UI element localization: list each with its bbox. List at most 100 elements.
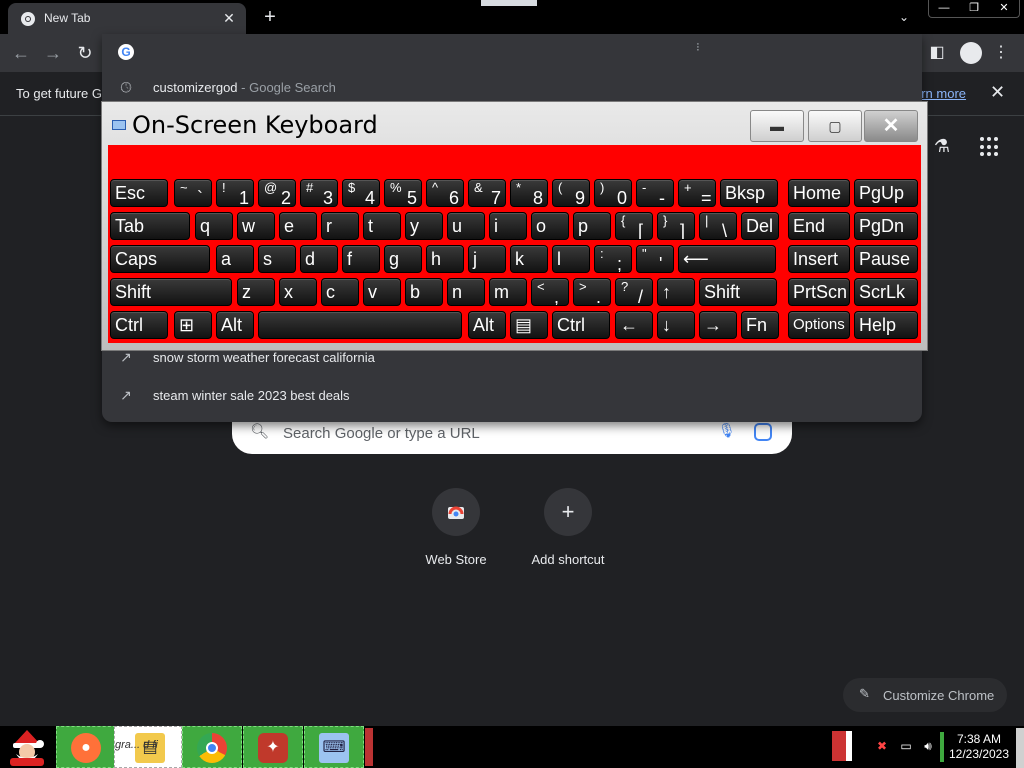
taskbar-firefox[interactable]: ● [56,726,116,768]
osk-key[interactable]: i [489,212,527,240]
osk-key[interactable]: $4 [342,179,380,207]
forward-icon[interactable]: → [42,42,64,64]
osk-key[interactable]: m [489,278,527,306]
minimize-icon[interactable]: — [929,0,959,17]
osk-key[interactable]: z [237,278,275,306]
osk-key[interactable]: Options [788,311,850,339]
osk-key[interactable]: Caps [110,245,210,273]
osk-key[interactable]: q [195,212,233,240]
osk-key[interactable]: -- [636,179,674,207]
osk-maximize-button[interactable]: ▢ [808,110,862,142]
tab-close-icon[interactable]: ✕ [220,9,238,27]
close-icon[interactable]: ✕ [989,0,1019,17]
osk-key[interactable]: r [321,212,359,240]
osk-key[interactable]: @2 [258,179,296,207]
osk-key[interactable]: % 5 [384,179,422,207]
osk-key[interactable]: o [531,212,569,240]
battery-icon[interactable]: ▭ [898,739,914,755]
osk-key[interactable]: ) 0 [594,179,632,207]
osk-key[interactable]: t [363,212,401,240]
osk-key[interactable]: x [279,278,317,306]
osk-key[interactable]: >. [573,278,611,306]
osk-key[interactable]: Ctrl [552,311,610,339]
osk-key[interactable]: Esc [110,179,168,207]
reload-icon[interactable]: ↻ [74,42,96,64]
osk-key[interactable]: ScrLk [854,278,918,306]
taskbar-osk[interactable]: ⌨ [304,726,364,768]
suggestion-item[interactable]: ↗ steam winter sale 2023 best deals [102,378,922,414]
tray-flag-icon[interactable] [832,731,852,761]
osk-key[interactable]: ⟵ [678,245,776,273]
osk-key[interactable]: ← [615,311,653,339]
osk-key[interactable]: ↑ [657,278,695,306]
tab-search-icon[interactable]: ⌄ [892,6,916,28]
osk-key[interactable]: k [510,245,548,273]
osk-key[interactable]: ▤ [510,311,548,339]
microphone-icon[interactable]: 🎙︎ [718,422,736,444]
osk-key[interactable]: a [216,245,254,273]
osk-key[interactable]: b [405,278,443,306]
lens-icon[interactable] [754,423,772,441]
osk-key[interactable]: l [552,245,590,273]
apps-icon[interactable] [980,137,1000,157]
osk-key[interactable]: ? / [615,278,653,306]
osk-key[interactable]: Shift [699,278,777,306]
osk-key[interactable]: {[ [615,212,653,240]
new-tab-button[interactable]: + [258,5,282,29]
customize-chrome-button[interactable]: ✎ Customize Chrome [843,678,1007,712]
osk-key[interactable]: Alt [468,311,506,339]
osk-key[interactable]: e [279,212,317,240]
osk-key[interactable]: & 7 [468,179,506,207]
osk-key[interactable]: Ctrl [110,311,168,339]
tab-new-tab[interactable]: New Tab ✕ [8,3,246,34]
start-button[interactable] [4,728,50,766]
labs-icon[interactable]: ⚗ [930,136,954,160]
profile-avatar-icon[interactable] [960,42,982,64]
osk-key[interactable]: " ' [636,245,674,273]
restore-icon[interactable]: ❐ [959,0,989,17]
taskbar-file-explorer[interactable]: ▤ gra... d fi [114,726,182,768]
osk-key[interactable]: d [300,245,338,273]
osk-key[interactable]: → [699,311,737,339]
osk-key[interactable]: Home [788,179,850,207]
osk-key[interactable]: y [405,212,443,240]
osk-key[interactable]: :; [594,245,632,273]
osk-key[interactable]: Shift [110,278,232,306]
osk-key[interactable]: n [447,278,485,306]
osk-key[interactable]: + = [678,179,716,207]
osk-key[interactable]: | \ [699,212,737,240]
osk-key[interactable] [258,311,462,339]
osk-key[interactable]: ⊞ [174,311,212,339]
osk-key[interactable]: h [426,245,464,273]
osk-key[interactable]: s [258,245,296,273]
network-error-icon[interactable]: ✖ [874,739,890,755]
osk-key[interactable]: ↓ [657,311,695,339]
osk-key[interactable]: Insert [788,245,850,273]
osk-key[interactable]: w [237,212,275,240]
osk-key[interactable]: Tab [110,212,190,240]
osk-key[interactable]: PgUp [854,179,918,207]
osk-key[interactable]: ~ ` [174,179,212,207]
osk-key[interactable]: #3 [300,179,338,207]
osk-key[interactable]: g [384,245,422,273]
osk-close-button[interactable]: ✕ [864,110,918,142]
osk-key[interactable]: PrtScn [788,278,850,306]
osk-key[interactable]: ! 1 [216,179,254,207]
taskbar-clock[interactable]: 7:38 AM 12/23/2023 [946,732,1012,762]
back-icon[interactable]: ← [10,42,32,64]
shortcut-add[interactable]: + Add shortcut [518,488,618,578]
window-drag-handle[interactable] [481,0,537,6]
address-bar[interactable]: G ⁝ [102,34,922,70]
show-desktop-button[interactable] [1016,728,1024,768]
osk-key[interactable]: Fn [741,311,779,339]
osk-key[interactable]: ^ 6 [426,179,464,207]
osk-key[interactable]: Alt [216,311,254,339]
osk-key[interactable]: Pause [854,245,918,273]
osk-key[interactable]: j [468,245,506,273]
osk-key[interactable]: * 8 [510,179,548,207]
osk-key[interactable]: <, [531,278,569,306]
shortcut-web-store[interactable]: Web Store [406,488,506,578]
infobar-close-icon[interactable]: ✕ [990,82,1005,103]
osk-key[interactable]: v [363,278,401,306]
osk-key[interactable]: (9 [552,179,590,207]
